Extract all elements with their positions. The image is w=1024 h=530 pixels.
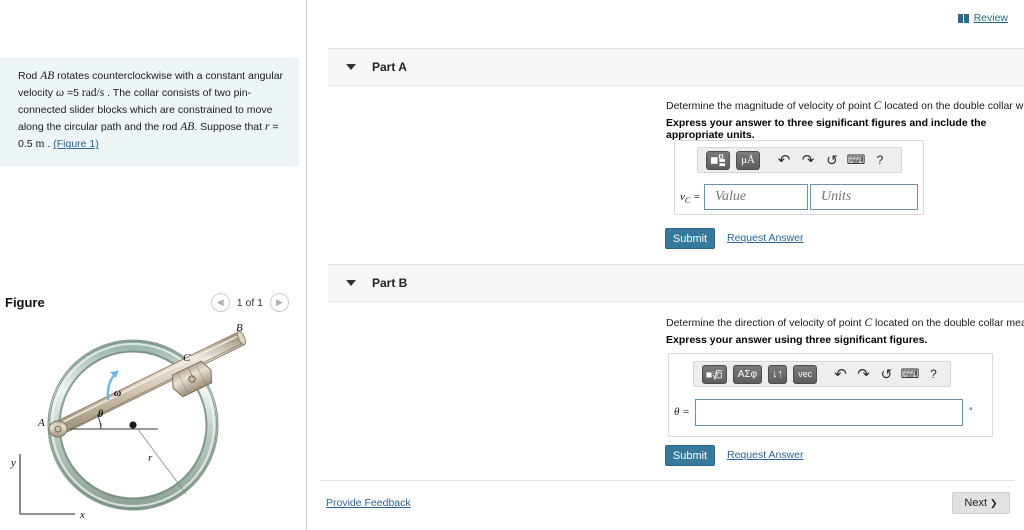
pb-eq: = (679, 406, 690, 418)
label-radius: r (148, 452, 153, 464)
rads-unit: rad/s (81, 87, 105, 100)
pa-q1: Determine the magnitude of velocity of p… (666, 100, 874, 112)
figure-diagram: A B C ω θ r y x (0, 322, 307, 530)
part-a-units-input[interactable] (810, 184, 918, 210)
mechanism-diagram-svg: A B C ω θ r y x (10, 322, 247, 521)
problem-text-1: Rod (18, 70, 41, 82)
part-a-instruction: Express your answer to three significant… (666, 117, 987, 141)
label-axis-y: y (10, 457, 16, 469)
keyboard-icon[interactable]: ⌨ (901, 365, 920, 384)
reset-icon[interactable]: ↺ (823, 151, 841, 170)
label-point-a: A (37, 417, 45, 429)
part-b-answer-box: □ ΑΣφ ↓↑ vec ↶ ↷ ↺ ⌨ ? θ = ° (668, 353, 993, 437)
math-template-icon[interactable]: □ (702, 364, 727, 384)
chevron-right-icon: ❯ (990, 497, 998, 508)
part-a-answer-label: vC = (680, 191, 700, 205)
part-b-question: Determine the direction of velocity of p… (666, 315, 1024, 331)
label-omega: ω (114, 388, 121, 399)
part-b-request-answer-link[interactable]: Request Answer (727, 449, 803, 461)
problem-text-4: . Suppose that (194, 120, 265, 133)
figure-title: Figure (5, 295, 45, 310)
pb-q-c: C (864, 317, 873, 329)
label-theta: θ (98, 409, 104, 420)
radius-leader (136, 427, 187, 495)
keyboard-icon[interactable]: ⌨ (847, 151, 866, 170)
part-b-answer-input[interactable] (695, 399, 963, 426)
next-button-label: Next (964, 497, 988, 509)
part-b-instruction: Express your answer using three signific… (666, 334, 928, 346)
label-point-b: B (236, 322, 243, 334)
part-a-toolbar: μÅ ↶ ↷ ↺ ⌨ ? (697, 147, 902, 173)
part-b-degree-suffix: ° (969, 406, 973, 416)
redo-icon[interactable]: ↷ (799, 151, 817, 170)
omega-symbol: ω (55, 87, 65, 100)
part-a-submit-button[interactable]: Submit (665, 228, 715, 249)
part-b-toolbar: □ ΑΣφ ↓↑ vec ↶ ↷ ↺ ⌨ ? (693, 361, 951, 387)
part-b-label: Part B (372, 276, 408, 290)
right-pane: Review Part A Determine the magnitude of… (308, 0, 1024, 530)
provide-feedback-link[interactable]: Provide Feedback (326, 497, 411, 509)
undo-icon[interactable]: ↶ (775, 151, 793, 170)
review-label: Review (973, 12, 1008, 24)
label-axis-x: x (79, 509, 85, 521)
pa-eq: = (690, 191, 701, 203)
part-a-value-input[interactable] (704, 184, 808, 210)
problem-text-5: . (44, 138, 54, 151)
part-a-answer-box: μÅ ↶ ↷ ↺ ⌨ ? vC = (674, 140, 924, 215)
figure-1-link[interactable]: (Figure 1) (53, 138, 99, 150)
footer-divider (320, 480, 1014, 481)
label-point-c: C (183, 352, 191, 364)
part-b-header[interactable]: Part B (328, 264, 1024, 302)
book-icon (957, 13, 969, 23)
part-a-question: Determine the magnitude of velocity of p… (666, 98, 1024, 114)
redo-icon[interactable]: ↷ (855, 365, 872, 384)
greek-symbols-icon[interactable]: ΑΣφ (733, 364, 762, 384)
pb-q1: Determine the direction of velocity of p… (666, 317, 865, 329)
chevron-left-icon[interactable]: ◀ (210, 293, 230, 312)
pa-q2: located on the double collar when (884, 100, 1024, 112)
part-a-request-answer-link[interactable]: Request Answer (727, 232, 803, 244)
math-template-icon[interactable] (706, 150, 730, 170)
units-icon[interactable]: μÅ (736, 150, 760, 170)
left-pane: Rod AB rotates counterclockwise with a c… (0, 0, 307, 530)
pivot-a (48, 420, 68, 438)
part-b-submit-button[interactable]: Submit (665, 445, 715, 466)
vector-icon[interactable]: vec (793, 364, 818, 384)
part-a-header[interactable]: Part A (328, 48, 1024, 86)
help-icon[interactable]: ? (871, 151, 889, 170)
caret-down-icon[interactable] (346, 64, 356, 70)
figure-pager: ◀ 1 of 1 ▶ (210, 293, 289, 312)
ring-center-point (129, 421, 137, 429)
part-b-answer-label: θ = (674, 406, 690, 418)
problem-statement: Rod AB rotates counterclockwise with a c… (0, 58, 299, 166)
undo-icon[interactable]: ↶ (832, 365, 849, 384)
svg-text:□: □ (713, 370, 716, 375)
next-button[interactable]: Next ❯ (952, 492, 1010, 514)
pb-q2: located on the double collar measured co… (875, 317, 1024, 329)
review-link[interactable]: Review (957, 12, 1008, 24)
help-icon[interactable]: ? (925, 365, 942, 384)
part-a-label: Part A (372, 60, 407, 74)
reset-icon[interactable]: ↺ (878, 365, 895, 384)
rod-ab-symbol-1: AB (40, 70, 55, 82)
caret-down-icon[interactable] (346, 280, 356, 286)
rod-ab-symbol-2: AB (180, 120, 195, 133)
figure-count: 1 of 1 (236, 296, 263, 309)
problem-omega-eq: =5 (64, 87, 82, 100)
assignment-page: Rod AB rotates counterclockwise with a c… (0, 0, 1024, 530)
arrows-icon[interactable]: ↓↑ (767, 364, 788, 384)
chevron-right-icon[interactable]: ▶ (270, 293, 289, 312)
figure-header: Figure ◀ 1 of 1 ▶ (0, 288, 307, 322)
